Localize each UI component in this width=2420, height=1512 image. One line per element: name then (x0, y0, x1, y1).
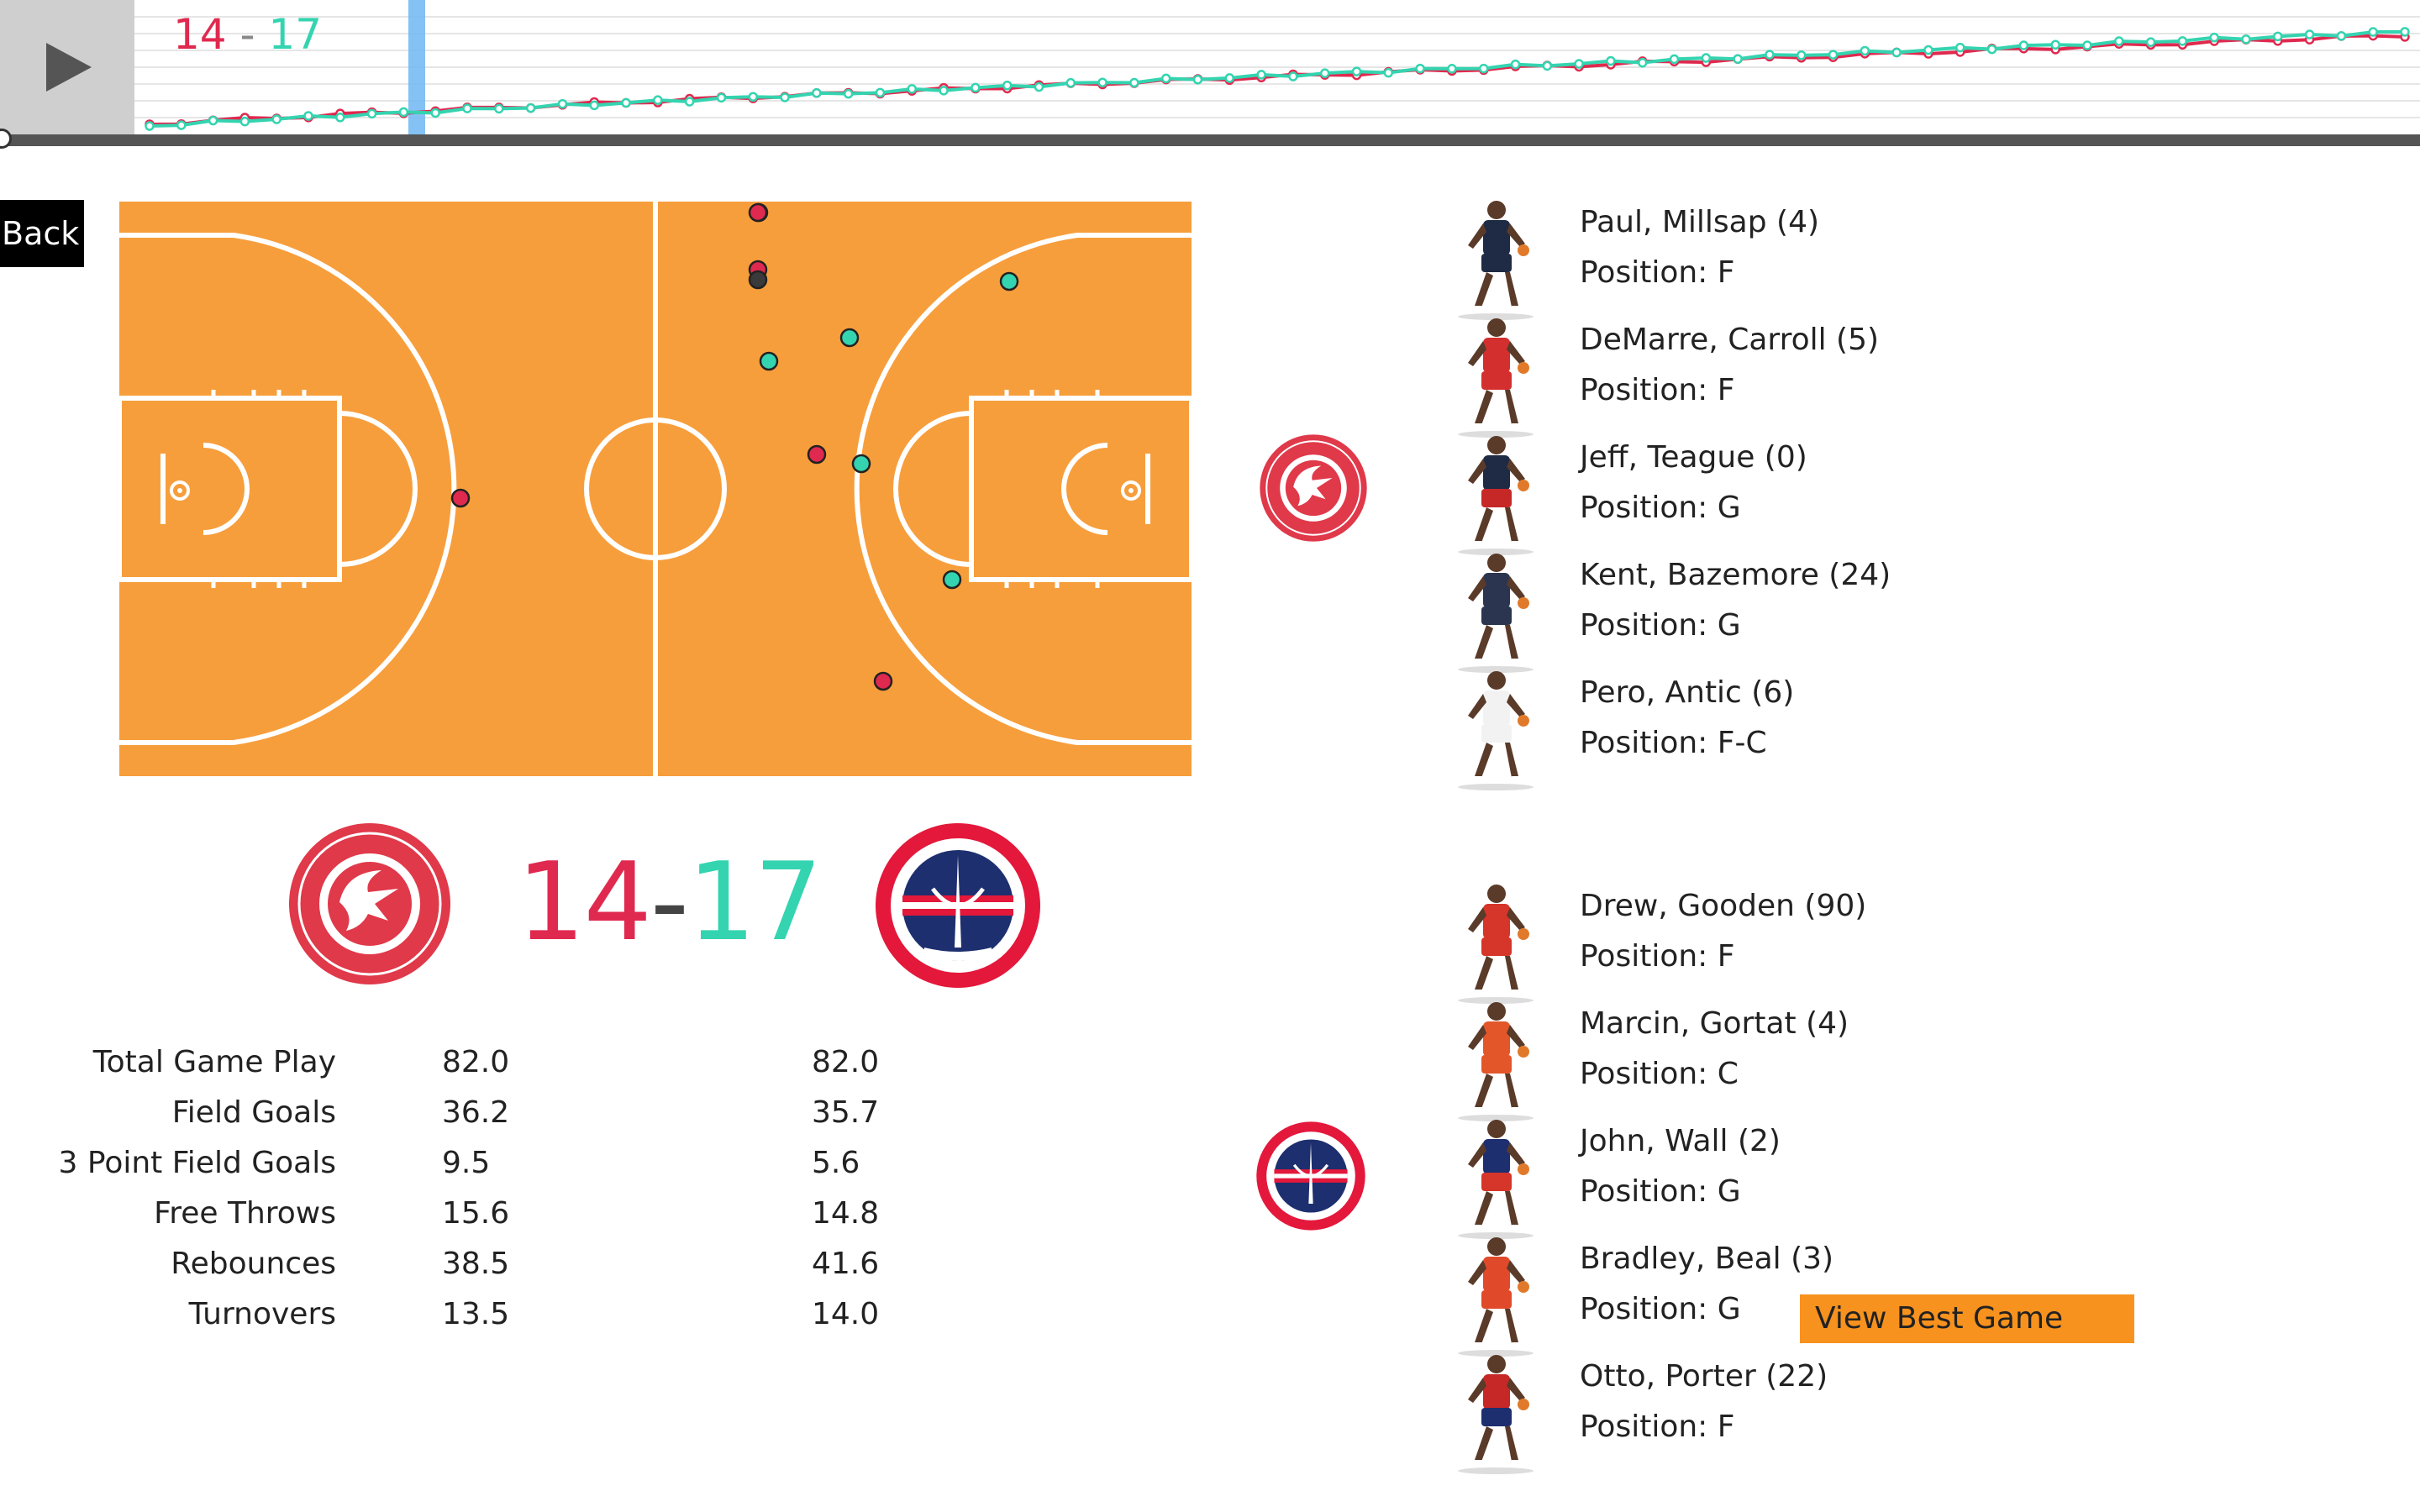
player-photo (1458, 1237, 1534, 1357)
play-button[interactable] (0, 0, 134, 134)
player-name: Drew, Gooden (90) (1580, 889, 1867, 923)
shot-marker-other (748, 270, 768, 290)
player-photo (1458, 885, 1534, 1004)
player-photo (1458, 1120, 1534, 1239)
scoreboard-away: 17 (687, 840, 823, 965)
player-name: Paul, Millsap (4) (1580, 205, 1820, 239)
roster-player[interactable]: John, Wall (2) Position: G (1449, 1120, 2206, 1242)
player-name: DeMarre, Carroll (5) (1580, 323, 1880, 357)
stat-label: Turnovers (188, 1297, 336, 1331)
shot-marker-home (807, 444, 827, 465)
player-photo (1458, 554, 1534, 673)
player-photo (1458, 201, 1534, 320)
wizards-logo-small (1256, 1121, 1365, 1231)
stat-home-value: 38.5 (442, 1247, 510, 1281)
stat-away-value: 14.0 (812, 1297, 880, 1331)
stat-away-value: 5.6 (812, 1146, 860, 1180)
player-name: Otto, Porter (22) (1580, 1359, 1828, 1394)
stat-home-value: 36.2 (442, 1095, 510, 1130)
player-photo (1458, 1355, 1534, 1474)
timeline-score-home: 14 (173, 10, 227, 59)
roster-player[interactable]: Drew, Gooden (90) Position: F (1449, 885, 2206, 1006)
player-name: Marcin, Gortat (4) (1580, 1006, 1849, 1041)
timeline-score-away: 17 (268, 10, 323, 59)
back-button[interactable]: Back (0, 200, 84, 267)
player-name: Jeff, Teague (0) (1580, 440, 1807, 475)
shot-marker-away (759, 351, 779, 371)
roster-player[interactable]: Paul, Millsap (4) Position: F (1449, 201, 2206, 323)
stat-label: Total Game Play (92, 1045, 336, 1079)
player-position: Position: F (1580, 939, 1735, 974)
player-photo (1458, 1002, 1534, 1121)
stat-home-value: 9.5 (442, 1146, 491, 1180)
shot-marker-home (748, 202, 768, 223)
timeline-score-separator: - (226, 10, 269, 59)
stat-label: 3 Point Field Goals (58, 1146, 336, 1180)
timeline-score: 14 - 17 (173, 10, 322, 59)
player-position: Position: G (1580, 608, 1741, 643)
player-position: Position: F (1580, 373, 1735, 407)
score-timeline[interactable]: 14 - 17 (0, 0, 2420, 149)
player-position: Position: C (1580, 1057, 1739, 1091)
roster-player[interactable]: Jeff, Teague (0) Position: G (1449, 436, 2206, 558)
player-position: Position: G (1580, 1174, 1741, 1209)
scoreboard: 14-17 (517, 840, 823, 965)
player-photo (1458, 318, 1534, 438)
player-position: Position: G (1580, 491, 1741, 525)
stat-away-value: 35.7 (812, 1095, 880, 1130)
roster-player[interactable]: DeMarre, Carroll (5) Position: F (1449, 318, 2206, 440)
hawks-logo-small (1260, 434, 1367, 542)
player-name: Pero, Antic (6) (1580, 675, 1795, 710)
player-position: Position: F (1580, 1410, 1735, 1444)
stat-away-value: 82.0 (812, 1045, 880, 1079)
player-position: Position: G (1580, 1292, 1741, 1326)
shot-marker-home (450, 488, 471, 508)
stat-label: Field Goals (171, 1095, 336, 1130)
player-photo (1458, 436, 1534, 555)
scoreboard-home: 14 (517, 840, 652, 965)
roster-player[interactable]: Pero, Antic (6) Position: F-C (1449, 671, 2206, 793)
player-name: Bradley, Beal (3) (1580, 1242, 1834, 1276)
roster-player[interactable]: Kent, Bazemore (24) Position: G (1449, 554, 2206, 675)
wizards-logo (876, 823, 1040, 988)
view-best-game-button[interactable]: View Best Game (1800, 1294, 2134, 1343)
player-position: Position: F-C (1580, 726, 1767, 760)
stat-home-value: 13.5 (442, 1297, 510, 1331)
stat-label: Rebounces (171, 1247, 336, 1281)
shot-marker-away (999, 271, 1019, 291)
roster-player[interactable]: Otto, Porter (22) Position: F (1449, 1355, 2206, 1477)
basketball-court (119, 202, 1192, 776)
shot-marker-away (839, 328, 860, 348)
scrub-track[interactable] (0, 134, 2420, 146)
stat-home-value: 15.6 (442, 1196, 510, 1231)
roster-player[interactable]: Marcin, Gortat (4) Position: C (1449, 1002, 2206, 1124)
player-photo (1458, 671, 1534, 790)
shot-marker-away (942, 570, 962, 590)
stat-away-value: 14.8 (812, 1196, 880, 1231)
timeline-chart (134, 0, 2420, 134)
stat-away-value: 41.6 (812, 1247, 880, 1281)
stat-home-value: 82.0 (442, 1045, 510, 1079)
scoreboard-separator: - (650, 840, 689, 965)
stat-label: Free Throws (154, 1196, 336, 1231)
player-name: Kent, Bazemore (24) (1580, 558, 1891, 592)
hawks-logo (289, 823, 450, 984)
play-icon (46, 43, 92, 92)
shot-marker-home (873, 671, 893, 691)
player-position: Position: F (1580, 255, 1735, 290)
shot-marker-away (851, 454, 871, 474)
player-name: John, Wall (2) (1580, 1124, 1781, 1158)
